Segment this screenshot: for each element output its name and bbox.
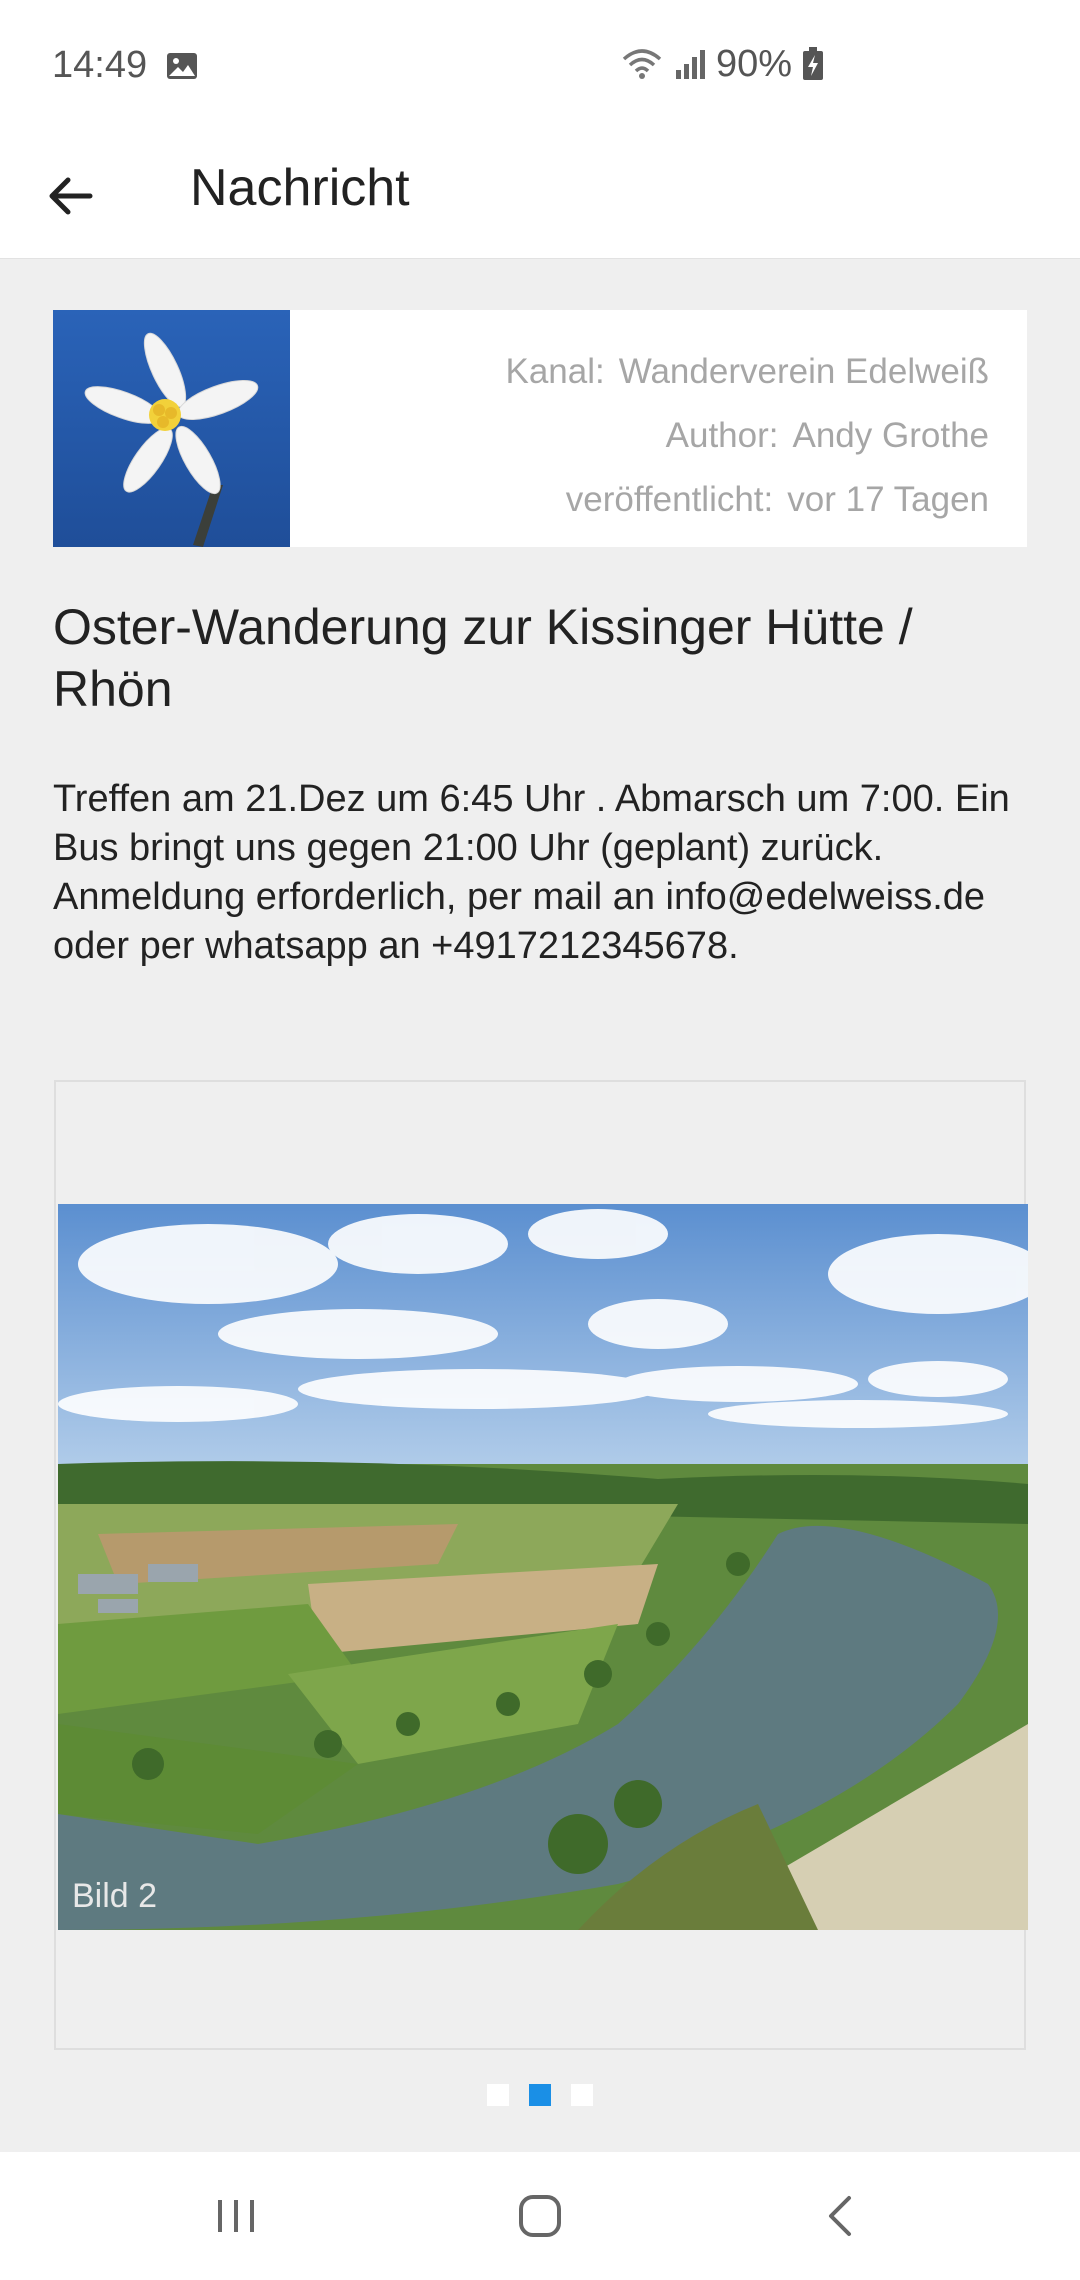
wifi-icon — [622, 49, 662, 79]
river-landscape-image — [58, 1204, 1028, 1930]
channel-avatar — [53, 310, 290, 547]
edelweiss-flower-image — [53, 310, 290, 547]
back-button[interactable] — [30, 156, 110, 236]
page-dot[interactable] — [487, 2084, 509, 2106]
arrow-left-icon — [49, 177, 93, 215]
recent-apps-button[interactable] — [196, 2176, 276, 2256]
page-dot-active[interactable] — [529, 2084, 551, 2106]
published-date: vor 17 Tagen — [787, 480, 989, 519]
channel-info-card: Kanal: Wanderverein Edelweiß Author: Andy … — [53, 310, 1027, 547]
back-nav-button[interactable] — [800, 2176, 880, 2256]
chevron-left-icon — [829, 2196, 851, 2236]
image-caption: Bild 2 — [72, 1877, 158, 1915]
gallery-page-indicator — [0, 2084, 1080, 2106]
system-nav-bar — [0, 2152, 1080, 2280]
channel-row: Kanal: Wanderverein Edelweiß — [505, 340, 989, 404]
battery-percentage: 90% — [716, 42, 793, 85]
home-button[interactable] — [500, 2176, 580, 2256]
channel-name: Wanderverein Edelweiß — [618, 352, 989, 391]
status-time: 14:49 — [52, 44, 148, 86]
post-title: Oster-Wanderung zur Kissinger Hütte / Rh… — [53, 599, 913, 717]
status-bar: 14:49 90% — [0, 0, 1080, 130]
image-gallery[interactable]: Bild 2 — [54, 1080, 1028, 2050]
author-label: Author: — [665, 416, 779, 455]
page-dot[interactable] — [571, 2084, 593, 2106]
battery-charging-icon — [803, 47, 824, 80]
cell-signal-icon — [676, 50, 705, 79]
recent-apps-icon — [218, 2200, 254, 2232]
app-bar: Nachricht — [0, 130, 1080, 259]
post-body: Treffen am 21.Dez um 6:45 Uhr . Abmarsch… — [53, 778, 1010, 967]
published-label: veröffentlicht: — [565, 480, 774, 519]
gallery-notification-icon — [167, 53, 197, 79]
gallery-image[interactable]: Bild 2 — [58, 1204, 1028, 1930]
channel-label: Kanal: — [505, 352, 605, 391]
author-name: Andy Grothe — [792, 416, 990, 455]
page-title: Nachricht — [190, 159, 410, 217]
published-row: veröffentlicht: vor 17 Tagen — [505, 468, 989, 532]
author-row: Author: Andy Grothe — [505, 404, 989, 468]
home-icon — [519, 2195, 561, 2237]
